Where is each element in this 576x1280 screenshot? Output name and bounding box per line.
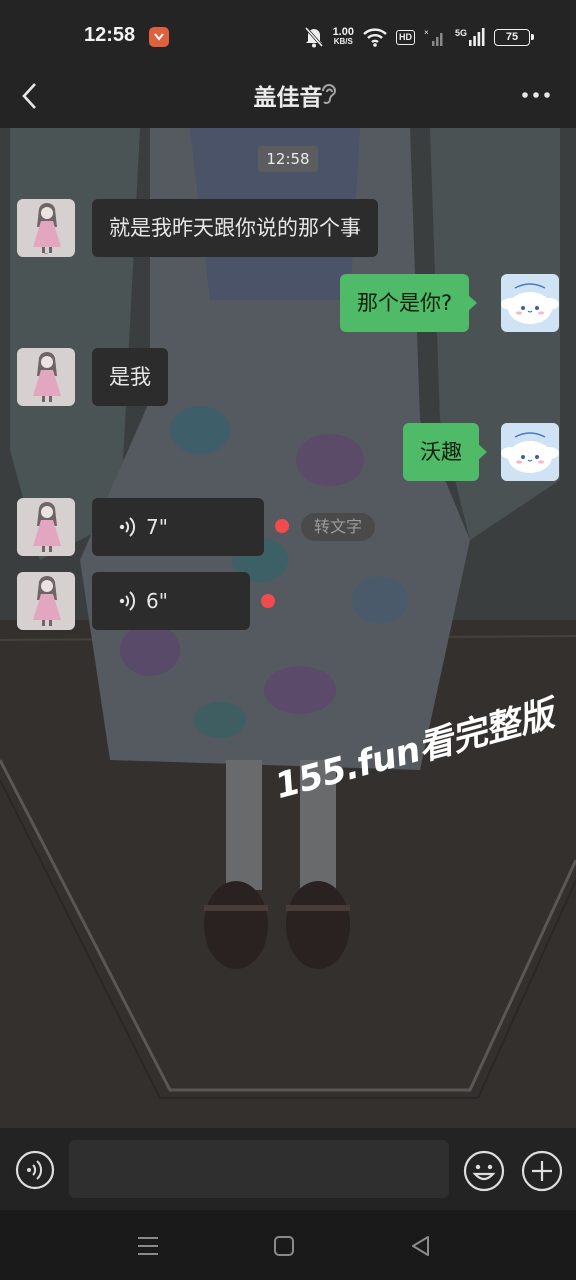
chat-header: 盖佳音 (0, 72, 576, 128)
svg-text:×: × (424, 28, 429, 37)
message-input[interactable] (69, 1140, 449, 1198)
voice-wave-icon (119, 517, 136, 537)
voice-message-bubble[interactable]: 6" (92, 572, 250, 630)
voice-duration: 7" (146, 515, 168, 539)
unread-dot (275, 519, 289, 533)
net-speed: 1.00 KB/S (332, 26, 354, 47)
message-bubble-incoming[interactable]: 就是我昨天跟你说的那个事 (92, 199, 378, 257)
hd-icon: HD (395, 29, 415, 45)
voice-duration: 6" (146, 589, 168, 613)
ear-icon (322, 84, 337, 104)
message-bubble-outgoing[interactable]: 那个是你? (340, 274, 478, 332)
girl-drawing-avatar-image (17, 498, 75, 556)
menu-icon[interactable] (135, 1234, 161, 1258)
system-nav-bar (0, 1210, 576, 1280)
status-icons: 1.00 KB/S HD × 5G 75 (304, 24, 534, 50)
cinnamoroll-avatar-image (501, 423, 559, 481)
my-avatar[interactable] (501, 274, 559, 332)
chat-background-image (0, 128, 576, 1128)
contact-avatar[interactable] (17, 498, 75, 556)
voice-message-bubble[interactable]: 7" (92, 498, 264, 556)
convert-to-text-button[interactable]: 转文字 (301, 513, 375, 541)
status-time: 12:58 (84, 24, 136, 46)
contact-avatar[interactable]: — (17, 199, 75, 257)
emoji-icon[interactable] (463, 1150, 505, 1192)
more-dots-icon (522, 92, 550, 98)
silent-bell-icon (304, 27, 323, 48)
unread-dot (261, 594, 275, 608)
plus-icon[interactable] (521, 1150, 563, 1192)
contact-avatar[interactable] (17, 572, 75, 630)
voice-mode-icon[interactable] (15, 1150, 55, 1190)
contact-avatar[interactable] (17, 348, 75, 406)
back-icon[interactable] (408, 1234, 434, 1258)
chat-background (0, 128, 576, 1128)
my-avatar[interactable] (501, 423, 559, 481)
network-type: 5G (455, 28, 485, 46)
home-icon[interactable] (271, 1234, 297, 1258)
girl-drawing-avatar-image (17, 572, 75, 630)
voice-wave-icon (119, 591, 136, 611)
message-bubble-incoming[interactable]: 是我 (92, 348, 168, 406)
girl-drawing-avatar-image: — (17, 199, 75, 257)
wifi-icon (363, 28, 387, 47)
app-notification-icon (149, 27, 169, 47)
message-timestamp: 12:58 (258, 146, 318, 172)
more-options-button[interactable] (514, 80, 558, 110)
cinnamoroll-avatar-image (501, 274, 559, 332)
top-bar: 12:58 1.00 KB/S HD × 5G 75 盖佳音 (0, 0, 576, 128)
signal-bars-icon (469, 28, 485, 46)
status-bar: 12:58 1.00 KB/S HD × 5G 75 (0, 0, 576, 72)
chat-title: 盖佳音 (253, 85, 323, 111)
girl-drawing-avatar-image (17, 348, 75, 406)
battery-icon: 75 (494, 28, 534, 46)
signal-icon: × (424, 28, 443, 46)
svg-text:—: — (44, 251, 48, 256)
message-bubble-outgoing[interactable]: 沃趣 (403, 423, 487, 481)
